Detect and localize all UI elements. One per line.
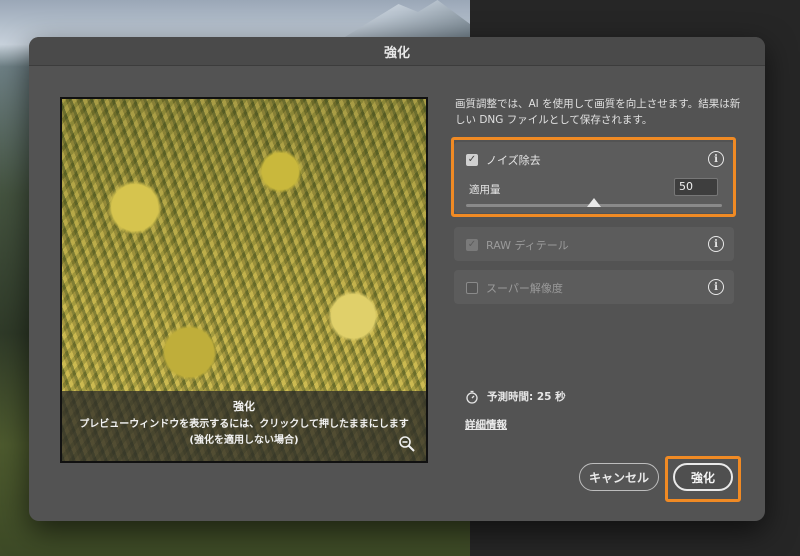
cancel-button[interactable]: キャンセル <box>579 463 659 491</box>
preview-image[interactable]: 強化 プレビューウィンドウを表示するには、クリックして押したままにします (強化… <box>60 97 428 463</box>
estimated-time-text: 予測時間: 25 秒 <box>487 391 566 403</box>
raw-details-checkbox[interactable]: ✓ <box>466 239 478 251</box>
super-resolution-section: スーパー解像度 i <box>454 270 734 304</box>
super-info-icon[interactable]: i <box>708 279 724 295</box>
raw-details-row: ✓ RAW ディテール <box>466 237 569 253</box>
zoom-out-icon[interactable] <box>398 435 416 453</box>
noise-highlight-frame <box>451 137 736 217</box>
stopwatch-icon <box>466 390 478 404</box>
preview-overlay: 強化 プレビューウィンドウを表示するには、クリックして押したままにします (強化… <box>62 391 426 461</box>
raw-details-label: RAW ディテール <box>486 239 569 252</box>
dialog-title: 強化 <box>29 37 765 66</box>
dialog-description: 画質調整では、AI を使用して画質を向上させます。結果は新しい DNG ファイル… <box>455 98 741 126</box>
preview-overlay-line2: (強化を適用しない場合) <box>189 435 299 446</box>
super-resolution-label: スーパー解像度 <box>486 282 563 295</box>
preview-overlay-title: 強化 <box>233 400 255 413</box>
background-mountain <box>340 0 470 40</box>
details-link[interactable]: 詳細情報 <box>465 417 507 432</box>
enhance-highlight-frame <box>665 456 741 502</box>
super-resolution-row: スーパー解像度 <box>466 280 563 296</box>
super-resolution-checkbox[interactable] <box>466 282 478 294</box>
preview-overlay-line1: プレビューウィンドウを表示するには、クリックして押したままにします <box>79 419 409 430</box>
enhance-dialog: 強化 強化 プレビューウィンドウを表示するには、クリックして押したままにします … <box>29 37 765 521</box>
estimated-time: 予測時間: 25 秒 <box>465 389 566 404</box>
raw-details-section: ✓ RAW ディテール i <box>454 227 734 261</box>
raw-info-icon[interactable]: i <box>708 236 724 252</box>
